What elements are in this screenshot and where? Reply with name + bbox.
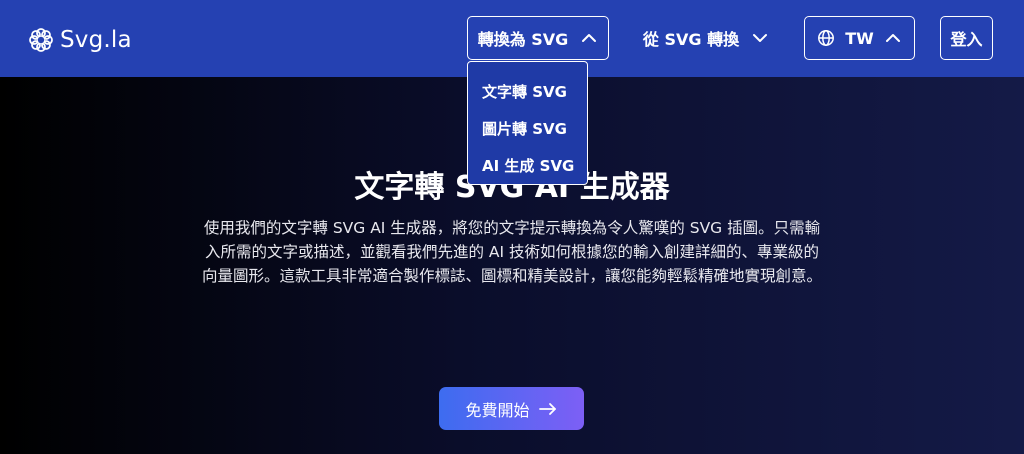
login-label: 登入 [950, 30, 983, 49]
hero-description: 使用我們的文字轉 SVG AI 生成器，將您的文字提示轉換為令人驚嘆的 SVG … [201, 219, 822, 285]
dropdown-item-ai-generate-svg[interactable]: AI 生成 SVG [468, 147, 587, 184]
language-label: TW [845, 28, 874, 48]
dropdown-item-text-to-svg[interactable]: 文字轉 SVG [468, 73, 587, 110]
flower-logo-icon [29, 28, 53, 52]
convert-from-svg-button[interactable]: 從 SVG 轉換 [632, 16, 780, 60]
chevron-up-icon [885, 34, 900, 42]
convert-to-svg-label: 轉換為 SVG [477, 30, 569, 49]
chevron-up-icon [582, 34, 597, 42]
dropdown-item-image-to-svg[interactable]: 圖片轉 SVG [468, 110, 587, 147]
convert-to-svg-button[interactable]: 轉換為 SVG [467, 16, 609, 60]
logo[interactable]: Svg.la [28, 24, 132, 56]
start-free-label: 免費開始 [465, 400, 530, 420]
start-free-button[interactable]: 免費開始 [439, 387, 584, 430]
convert-to-svg-dropdown: 文字轉 SVG 圖片轉 SVG AI 生成 SVG [467, 61, 588, 185]
chevron-down-icon [753, 34, 768, 42]
arrow-right-icon [538, 402, 556, 415]
convert-from-svg-label: 從 SVG 轉換 [642, 30, 740, 49]
language-selector[interactable]: TW [804, 16, 915, 60]
login-button[interactable]: 登入 [940, 16, 993, 60]
globe-icon [818, 30, 835, 46]
logo-text: Svg.la [60, 27, 132, 53]
